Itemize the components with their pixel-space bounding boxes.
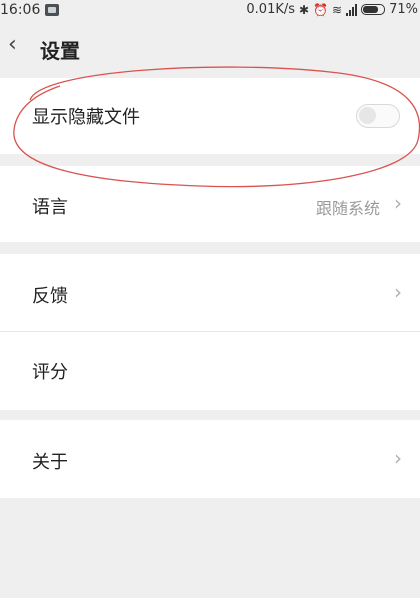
setting-label: 显示隐藏文件	[32, 107, 140, 128]
setting-feedback[interactable]: 反馈 ›	[0, 254, 420, 330]
language-value: 跟随系统	[315, 199, 380, 218]
bluetooth-icon: ✱	[299, 2, 310, 17]
setting-label: 语言	[32, 197, 68, 218]
page-title: 设置	[40, 39, 80, 63]
setting-language[interactable]: 语言 跟随系统 ›	[0, 166, 420, 242]
status-bar: 16:06 0.01K/s ✱ ⏰ ≋ 71%	[0, 0, 420, 24]
back-icon[interactable]: ‹	[8, 32, 17, 57]
chevron-right-icon: ›	[394, 280, 402, 304]
chevron-right-icon: ›	[394, 446, 402, 470]
show-hidden-files-toggle[interactable]	[356, 104, 400, 128]
battery-icon	[361, 4, 386, 15]
net-speed: 0.01K/s	[246, 2, 296, 17]
top-bar: ‹ 设置	[0, 28, 420, 70]
chevron-right-icon: ›	[394, 191, 402, 215]
settings-group-feedback: 反馈 › 评分	[0, 254, 420, 410]
setting-label: 评分	[32, 362, 68, 383]
signal-icon	[346, 3, 358, 16]
alarm-icon: ⏰	[313, 2, 329, 17]
setting-rate[interactable]: 评分	[0, 332, 420, 410]
status-right: 0.01K/s ✱ ⏰ ≋ 71%	[246, 2, 418, 17]
setting-label: 反馈	[32, 286, 68, 307]
battery-percent: 71%	[389, 2, 418, 17]
status-time: 16:06	[0, 2, 41, 18]
setting-about[interactable]: 关于 ›	[0, 420, 420, 498]
message-icon	[45, 4, 59, 16]
setting-label: 关于	[32, 452, 68, 473]
wifi-icon: ≋	[332, 2, 343, 17]
setting-show-hidden-files[interactable]: 显示隐藏文件	[0, 78, 420, 154]
toggle-knob	[359, 107, 376, 124]
